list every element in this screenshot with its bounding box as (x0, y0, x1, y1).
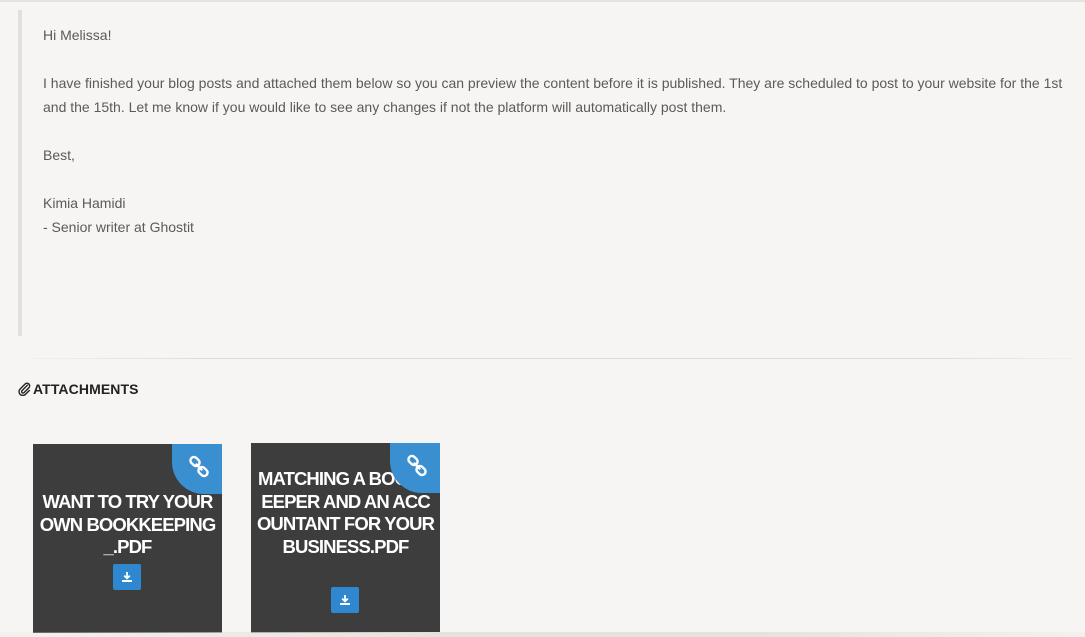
attachments-label: ATTACHMENTS (33, 381, 139, 397)
attachment-download-button[interactable] (331, 587, 359, 613)
paperclip-icon (18, 382, 31, 396)
download-icon (122, 572, 132, 582)
message-body: Hi Melissa! I have finished your blog po… (18, 10, 1078, 336)
download-icon (340, 595, 350, 605)
attachment-link-button[interactable] (172, 444, 222, 494)
bottom-edge-shadow (0, 632, 1085, 637)
signature-title: - Senior writer at Ghostit (43, 219, 194, 235)
attachment-card[interactable]: MATCHING A BOOKKEEPER AND AN ACCOUNTANT … (251, 443, 440, 633)
link-icon (407, 454, 427, 477)
top-edge-divider (0, 0, 1085, 2)
message-greeting: Hi Melissa! (43, 27, 112, 43)
message-closing: Best, (43, 147, 75, 163)
section-divider (30, 358, 1075, 359)
attachment-download-button[interactable] (113, 564, 141, 590)
attachment-card[interactable]: WANT TO TRY YOUR OWN BOOKKEEPING_.PDF (33, 444, 222, 633)
signature-name: Kimia Hamidi (43, 195, 126, 211)
attachment-title: WANT TO TRY YOUR OWN BOOKKEEPING_.PDF (39, 491, 217, 557)
message-signature: Kimia Hamidi - Senior writer at Ghostit (43, 191, 1078, 239)
message-paragraph: I have finished your blog posts and atta… (43, 75, 1063, 115)
attachments-header: ATTACHMENTS (18, 381, 139, 397)
link-icon (189, 455, 209, 478)
